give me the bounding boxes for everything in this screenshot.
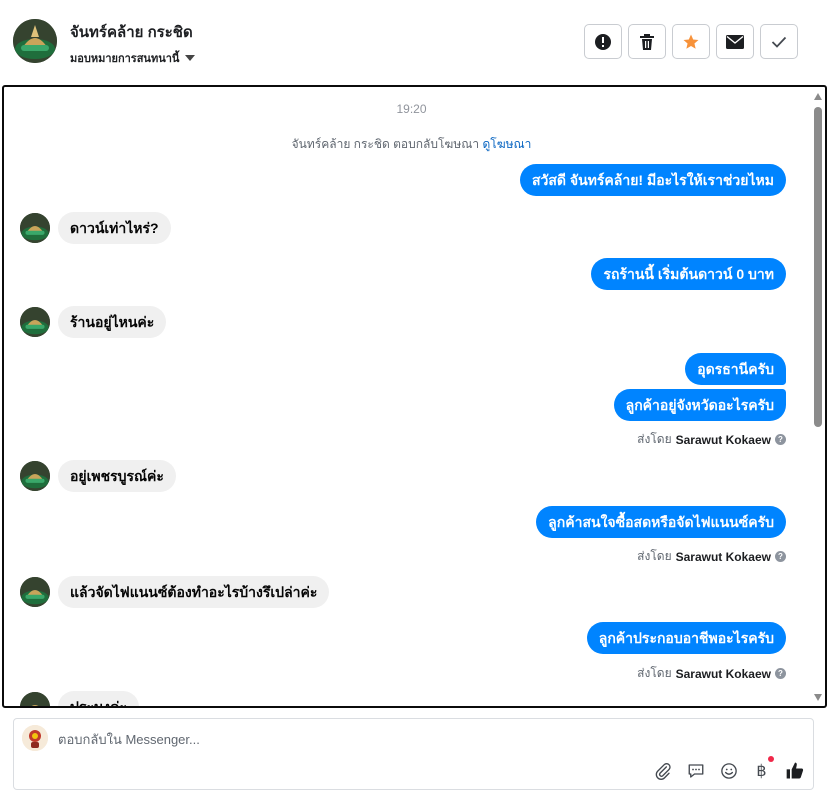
incoming-message[interactable]: ประมงค่ะ [58,691,139,706]
incoming-message[interactable]: แล้วจัดไฟแนนซ์ต้องทำอะไรบ้างรึเปล่าค่ะ [58,576,330,608]
mail-icon [726,34,744,49]
page-avatar [22,725,48,751]
sent-by-name: Sarawut Kokaew [675,549,771,564]
smiley-icon [720,762,737,779]
sent-by-prefix: ส่งโดย [637,432,672,446]
scroll-down-arrow-icon[interactable] [814,694,822,701]
contact-avatar-image [20,692,50,706]
paperclip-icon [655,762,671,780]
delete-button[interactable] [628,24,666,59]
scrollbar-thumb[interactable] [814,107,822,427]
saved-replies-button[interactable] [685,760,706,781]
outgoing-message[interactable]: สวัสดี จันทร์คล้าย! มีอะไรให้เราช่วยไหม [519,164,786,196]
check-icon [771,36,787,48]
outgoing-message[interactable]: ลูกค้าสนใจซื้อสดหรือจัดไฟแนนซ์ครับ [536,506,786,538]
message-row: สวัสดี จันทร์คล้าย! มีอะไรให้เราช่วยไหม [20,164,786,196]
assign-conversation-dropdown[interactable]: มอบหมายการสนทนานี้ [70,49,196,67]
message-composer: ฿ [13,718,814,790]
conversation-header: จันทร์คล้าย กระชิด มอบหมายการสนทนานี้ [0,0,838,86]
spam-button[interactable] [584,24,622,59]
contact-avatar-small [20,307,50,337]
contact-avatar-small [20,213,50,243]
contact-avatar-small [20,692,50,706]
baht-icon: ฿ [756,761,767,780]
sent-by-label: ส่งโดย Sarawut Kokaew ? [20,547,786,566]
sent-by-label: ส่งโดย Sarawut Kokaew ? [20,430,786,449]
mark-unread-button[interactable] [716,24,754,59]
incoming-message[interactable]: อยู่เพชรบูรณ์ค่ะ [58,460,176,492]
star-icon [683,34,699,49]
sent-by-label: ส่งโดย Sarawut Kokaew ? [20,664,786,683]
message-row: ร้านอยู่ไหนค่ะ [20,306,786,338]
alert-icon [595,33,611,50]
sent-by-prefix: ส่งโดย [637,549,672,563]
ad-reply-note: จันทร์คล้าย กระชิด ตอบกลับโฆษณา ดูโฆษณา [4,135,819,154]
star-button[interactable] [672,24,710,59]
outgoing-message[interactable]: อุดรธานีครับ [685,353,786,385]
help-icon[interactable]: ? [775,551,786,562]
help-icon[interactable]: ? [775,668,786,679]
page-avatar-image [22,725,48,751]
view-ad-link[interactable]: ดูโฆษณา [482,137,531,151]
reply-input[interactable] [58,732,658,747]
trash-icon [640,33,654,50]
message-row: รถร้านนี้ เริ่มต้นดาวน์ 0 บาท [20,258,786,290]
message-row: อยู่เพชรบูรณ์ค่ะ [20,460,786,492]
help-icon[interactable]: ? [775,434,786,445]
scroll-up-arrow-icon[interactable] [814,93,822,100]
message-row: ดาวน์เท่าไหร่? [20,212,786,244]
contact-name: จันทร์คล้าย กระชิด [70,24,193,41]
contact-avatar-image [20,213,50,243]
assign-label: มอบหมายการสนทนานี้ [70,53,180,65]
sent-by-prefix: ส่งโดย [637,666,672,680]
contact-avatar-small [20,577,50,607]
header-actions [584,24,798,59]
incoming-message[interactable]: ดาวน์เท่าไหร่? [58,212,171,244]
outgoing-message[interactable]: ลูกค้าอยู่จังหวัดอะไรครับ [613,389,786,421]
message-thread[interactable]: 19:20 จันทร์คล้าย กระชิด ตอบกลับโฆษณา ดู… [2,85,827,708]
ad-reply-text: จันทร์คล้าย กระชิด ตอบกลับโฆษณา [291,137,480,151]
contact-avatar[interactable] [13,19,57,63]
message-row: ลูกค้าประกอบอาชีพอะไรครับ [20,622,786,654]
outgoing-message[interactable]: ลูกค้าประกอบอาชีพอะไรครับ [586,622,786,654]
contact-avatar-image [20,461,50,491]
notification-dot [768,756,774,762]
contact-avatar-image [20,307,50,337]
contact-avatar-image [13,19,57,63]
caret-down-icon [185,55,196,61]
mark-done-button[interactable] [760,24,798,59]
chat-bubble-icon [688,763,703,778]
outgoing-message[interactable]: รถร้านนี้ เริ่มต้นดาวน์ 0 บาท [591,258,786,290]
message-row: อุดรธานีครับ [20,353,786,385]
incoming-message[interactable]: ร้านอยู่ไหนค่ะ [58,306,167,338]
sent-by-name: Sarawut Kokaew [675,432,771,447]
sent-by-name: Sarawut Kokaew [675,666,771,681]
contact-avatar-image [20,577,50,607]
attach-button[interactable] [652,760,673,781]
thread-timestamp: 19:20 [396,102,427,116]
thread-scrollbar[interactable] [813,91,823,703]
like-button[interactable] [784,760,805,781]
message-row: ลูกค้าสนใจซื้อสดหรือจัดไฟแนนซ์ครับ [20,506,786,538]
message-row: ประมงค่ะ [20,691,786,706]
payment-button[interactable]: ฿ [751,756,774,781]
composer-tools: ฿ [652,756,805,781]
thumbs-up-icon [786,762,803,778]
contact-avatar-small [20,461,50,491]
message-row: แล้วจัดไฟแนนซ์ต้องทำอะไรบ้างรึเปล่าค่ะ [20,576,786,608]
emoji-button[interactable] [718,760,739,781]
message-row: ลูกค้าอยู่จังหวัดอะไรครับ [20,389,786,421]
